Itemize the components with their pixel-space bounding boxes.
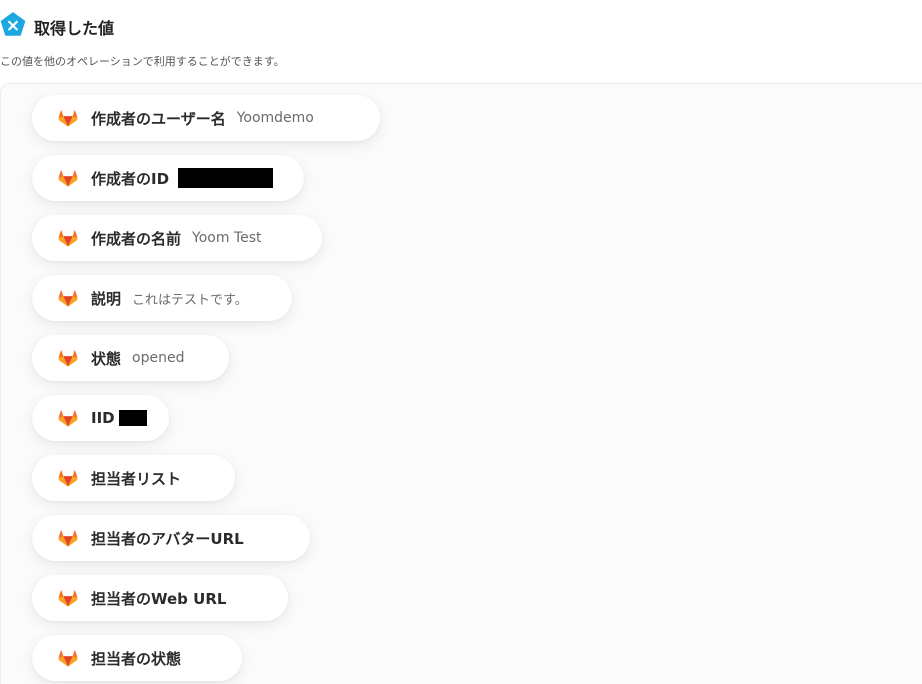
redacted-value <box>178 168 274 188</box>
gitlab-fox-icon <box>58 649 78 667</box>
value-chip-assignee-state[interactable]: 担当者の状態 <box>32 635 242 681</box>
redacted-value <box>118 410 147 426</box>
value-chip-author-name[interactable]: 作成者の名前 Yoom Test <box>32 215 322 261</box>
value-chip-author-username[interactable]: 作成者のユーザー名 Yoomdemo <box>32 95 380 141</box>
chip-label: 担当者のWeb URL <box>91 589 227 608</box>
chip-value: Yoomdemo <box>236 110 314 126</box>
gitlab-fox-icon <box>58 289 78 307</box>
gitlab-fox-icon <box>58 229 78 247</box>
chip-value: これはテストです。 <box>132 292 248 308</box>
chip-label: 作成者のユーザー名 <box>91 109 226 128</box>
gitlab-fox-icon <box>58 469 78 487</box>
chip-value: opened <box>132 350 185 366</box>
page-subtitle: この値を他のオペレーションで利用することができます。 <box>0 55 285 68</box>
gitlab-fox-icon <box>58 349 78 367</box>
chip-label: 担当者リスト <box>91 469 182 488</box>
value-chip-description[interactable]: 説明 これはテストです。 <box>32 275 292 321</box>
gitlab-fox-icon <box>58 589 78 607</box>
value-chip-state[interactable]: 状態 opened <box>32 335 229 381</box>
yoom-x-icon <box>0 12 26 36</box>
value-chip-iid[interactable]: IID <box>32 395 169 441</box>
value-chip-author-id[interactable]: 作成者のID <box>32 155 304 201</box>
chip-label: 作成者の名前 <box>91 229 182 248</box>
chip-label: 作成者のID <box>91 169 170 188</box>
chip-label: 説明 <box>91 289 122 308</box>
chip-label: 担当者の状態 <box>91 649 182 668</box>
chip-label: 状態 <box>91 349 122 368</box>
chip-label: 担当者のアバターURL <box>91 529 244 548</box>
gitlab-fox-icon <box>58 109 78 127</box>
gitlab-fox-icon <box>58 409 78 427</box>
value-chip-assignee-avatar-url[interactable]: 担当者のアバターURL <box>32 515 310 561</box>
chip-label: IID <box>91 409 115 427</box>
gitlab-fox-icon <box>58 529 78 547</box>
gitlab-fox-icon <box>58 169 78 187</box>
value-chip-assignee-list[interactable]: 担当者リスト <box>32 455 235 501</box>
value-chip-assignee-web-url[interactable]: 担当者のWeb URL <box>32 575 288 621</box>
chip-value: Yoom Test <box>192 230 262 246</box>
page-title: 取得した値 <box>34 19 115 38</box>
